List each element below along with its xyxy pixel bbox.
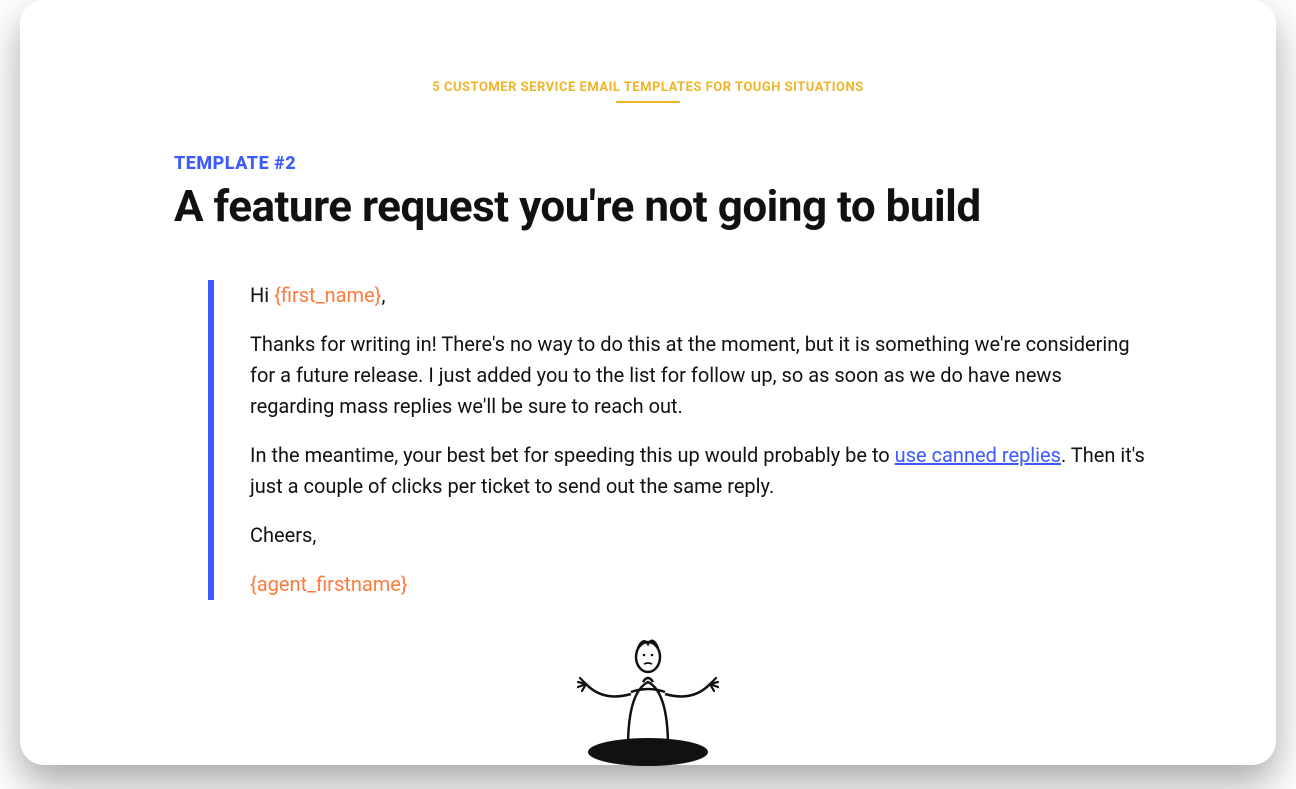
agent-name-placeholder: {agent_firstname} bbox=[250, 569, 1146, 600]
header-underline bbox=[616, 101, 680, 103]
greeting-line: Hi {first_name}, bbox=[250, 280, 1146, 311]
signoff-line: Cheers, bbox=[250, 520, 1146, 551]
document-card: 5 CUSTOMER SERVICE EMAIL TEMPLATES FOR T… bbox=[20, 0, 1276, 765]
canned-replies-link[interactable]: use canned replies bbox=[895, 443, 1061, 467]
shrug-person-illustration bbox=[548, 622, 748, 772]
template-title: A feature request you're not going to bu… bbox=[174, 180, 1206, 232]
greeting-suffix: , bbox=[381, 283, 385, 307]
email-body-block: Hi {first_name}, Thanks for writing in! … bbox=[208, 280, 1146, 600]
template-number: TEMPLATE #2 bbox=[174, 153, 1206, 174]
body-paragraph-1: Thanks for writing in! There's no way to… bbox=[250, 329, 1146, 422]
para2-prefix: In the meantime, your best bet for speed… bbox=[250, 443, 895, 467]
body-paragraph-2: In the meantime, your best bet for speed… bbox=[250, 440, 1146, 502]
first-name-placeholder: {first_name} bbox=[274, 283, 381, 307]
document-header: 5 CUSTOMER SERVICE EMAIL TEMPLATES FOR T… bbox=[90, 80, 1206, 95]
greeting-prefix: Hi bbox=[250, 283, 274, 307]
